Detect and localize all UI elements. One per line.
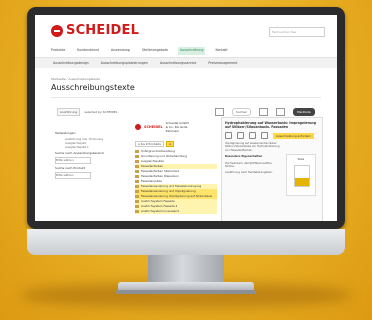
logo-text[interactable]: SCHEIDEL — [66, 23, 139, 38]
folder-icon — [135, 155, 139, 158]
tree-filter-icon[interactable]: ≡ — [165, 141, 175, 147]
detail-text: Hochwirksam, dampfdiffusionsoffen, farbl… — [225, 161, 273, 169]
filter-checkbox[interactable]: Ausgleichsputz 1 — [65, 145, 133, 149]
monitor-stand-neck — [148, 255, 224, 283]
primary-nav: Produkte Kundendienst Anwendung Stellena… — [49, 47, 325, 55]
monitor-stand-edge — [116, 290, 256, 294]
product-image[interactable]: Silex — [286, 154, 316, 196]
watchlist-button[interactable]: Merkliste — [293, 108, 315, 116]
toolbar-left-button[interactable]: Ausführung — [57, 108, 81, 116]
info-icon[interactable] — [276, 108, 286, 116]
folder-icon — [135, 210, 139, 213]
site-header: SCHEIDEL Text suchen hier — [35, 15, 337, 45]
filter-select[interactable]: Bitte wählen — [55, 172, 91, 179]
tree-item[interactable]: Anstrichsystem Innenwand — [135, 209, 217, 214]
subnav-item[interactable]: Ausschreibungsservice — [158, 60, 199, 66]
folder-icon — [135, 185, 139, 188]
nav-item[interactable]: Kundendienst — [75, 47, 101, 55]
subnav-item[interactable]: Ausschreibungsdesign — [51, 60, 91, 66]
product-label: Silex — [297, 157, 305, 161]
filter-label: Teilleistungen — [55, 131, 76, 135]
page-title: Ausschreibungstexte — [51, 83, 135, 92]
folder-icon — [135, 195, 139, 198]
folder-icon — [135, 200, 139, 203]
logo-icon[interactable] — [51, 25, 63, 37]
tree-header: SCHEIDEL Scheidel GmbH & Co. KG Groß-Zim… — [135, 115, 217, 139]
nav-item-active[interactable]: Ausschreibung — [177, 47, 206, 55]
folder-icon — [135, 160, 139, 163]
nav-item[interactable]: Anwendung — [109, 47, 132, 55]
folder-icon — [135, 170, 139, 173]
share-icon[interactable] — [261, 132, 268, 139]
filter-label: Suche nach Produkt — [55, 166, 85, 170]
detail-heading: Besondere Eigenschaften — [225, 155, 263, 159]
detail-actions: Ausschreibung anfordern — [225, 132, 319, 139]
nav-item[interactable]: Kontakt — [213, 47, 229, 55]
search-button[interactable]: Suchen — [232, 108, 252, 116]
document-icon[interactable] — [225, 132, 232, 139]
download-icon[interactable] — [237, 132, 244, 139]
tree-sort-button[interactable]: A bis Z Produkte — [135, 141, 164, 147]
folder-icon — [135, 175, 139, 178]
request-button[interactable]: Ausschreibung anfordern — [273, 132, 315, 139]
folder-icon — [135, 190, 139, 193]
detail-title: Hydrophobierung auf Wasserbasis: Impragn… — [225, 121, 316, 129]
monitor-chin — [27, 229, 345, 255]
nav-item[interactable]: Produkte — [49, 47, 67, 55]
breadcrumb[interactable]: Startseite / Ausschreibungstexte — [51, 77, 100, 81]
divider — [51, 97, 321, 98]
detail-text: Imprägnierung auf wasserverdünnbarer Sil… — [225, 142, 280, 152]
detail-text: Ausführung nach Herstellerangaben. — [225, 171, 273, 175]
subnav-item[interactable]: Preismanagement — [206, 60, 239, 66]
product-tree: SCHEIDEL Scheidel GmbH & Co. KG Groß-Zim… — [135, 115, 217, 221]
folder-icon — [135, 180, 139, 183]
search-input[interactable]: Text suchen hier — [269, 27, 325, 37]
tree-tools: A bis Z Produkte ≡ — [135, 141, 217, 147]
tree-brand: SCHEIDEL — [144, 125, 163, 129]
filter-label: Suche nach Anwendungsbereich — [55, 151, 104, 155]
toolbar-left-label: selected by SCHEIDEL — [84, 110, 118, 114]
product-bucket-icon — [294, 165, 310, 187]
nav-item[interactable]: Stellenangebote — [140, 47, 170, 55]
folder-icon — [135, 150, 139, 153]
folder-icon — [135, 165, 139, 168]
vendor-name: Scheidel GmbH & Co. KG Groß-Zimmern — [165, 121, 189, 133]
detail-panel: Hydrophobierung auf Wasserbasis: Impragn… — [221, 117, 323, 221]
filter-select[interactable]: Bitte wählen — [55, 157, 91, 164]
brand-logo-icon — [135, 124, 141, 130]
toolbar-right: Suchen Merkliste — [215, 108, 315, 116]
filter-panel: Teilleistungen Ausführung inkl. Trocknun… — [55, 129, 133, 221]
monitor-frame: SCHEIDEL Text suchen hier Produkte Kunde… — [27, 7, 345, 229]
subnav-item[interactable]: Ausschreibungsplatzierungen — [99, 60, 150, 66]
secondary-nav: Ausschreibungsdesign Ausschreibungsplatz… — [35, 57, 337, 68]
print-icon[interactable] — [259, 108, 269, 116]
screen: SCHEIDEL Text suchen hier Produkte Kunde… — [35, 15, 337, 221]
toolbar-left: Ausführung selected by SCHEIDEL — [57, 108, 118, 116]
print-icon[interactable] — [249, 132, 256, 139]
folder-icon — [135, 205, 139, 208]
